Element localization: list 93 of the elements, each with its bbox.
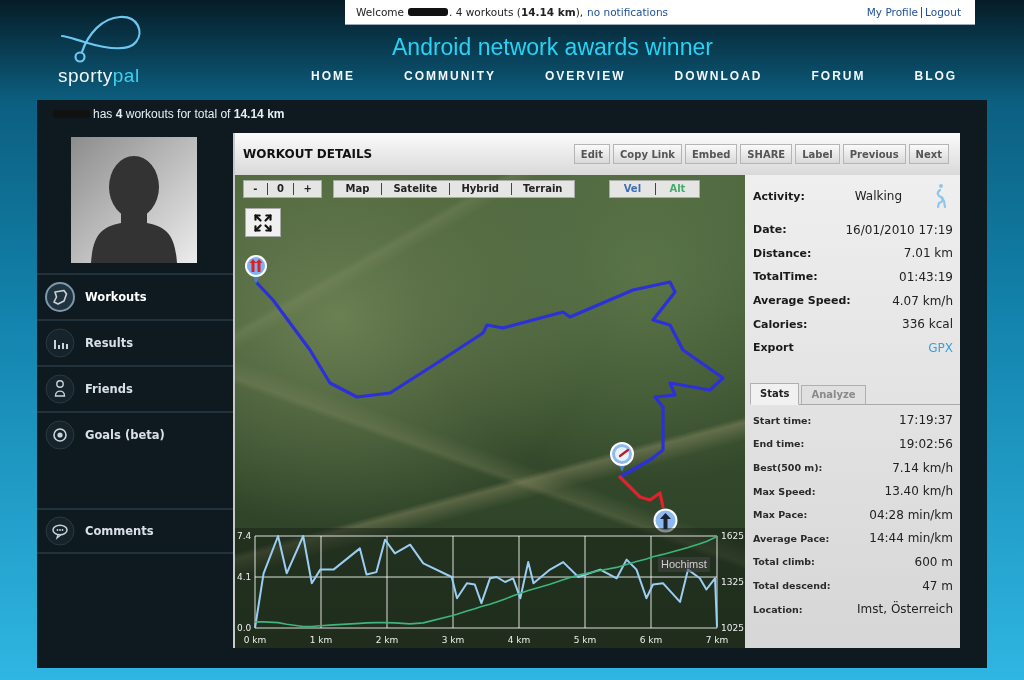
sidebar-menu-item[interactable]: Friends: [37, 365, 233, 411]
field-label: Activity:: [753, 189, 805, 203]
notifications-link[interactable]: no notifications: [587, 6, 669, 18]
stat-value: 13.40 km/h: [884, 484, 953, 499]
stat-label: Start time:: [753, 414, 812, 426]
field-value: 16/01/2010 17:19: [845, 222, 953, 237]
axis-label: 7 km: [705, 635, 729, 645]
gauge-pin-icon: [609, 442, 635, 473]
map-type-button[interactable]: Satelite: [380, 183, 449, 195]
axis-label: 4 km: [507, 635, 531, 645]
nav-link[interactable]: HOME: [311, 69, 355, 83]
nav-link[interactable]: OVERVIEW: [545, 69, 626, 83]
stat-label: Location:: [753, 603, 803, 615]
stat-label: Max Pace:: [753, 509, 808, 521]
field-label: TotalTime:: [753, 270, 818, 284]
map-type-button[interactable]: Map: [334, 183, 381, 195]
field-value: 01:43:19: [899, 270, 953, 284]
sidebar-menu-item[interactable]: Workouts: [37, 273, 233, 319]
axis-label: 5 km: [573, 635, 597, 645]
nav-link[interactable]: BLOG: [914, 69, 958, 83]
map-type-button[interactable]: Terrain: [510, 183, 574, 195]
nav-link[interactable]: FORUM: [811, 69, 866, 83]
axis-label: 1025: [721, 623, 744, 633]
logo-wordmark[interactable]: sportypal: [58, 66, 140, 86]
route-loop-icon: [45, 282, 75, 312]
axis-label: 1325: [721, 577, 744, 587]
axis-label: 1625: [721, 531, 744, 541]
bar-chart-icon: [45, 328, 75, 358]
field-label: Date:: [753, 223, 787, 237]
stat-value: 14:44 min/km: [869, 531, 953, 546]
stat-label: Max Speed:: [753, 485, 816, 497]
toolbar-button[interactable]: SHARE: [740, 144, 793, 164]
account-link[interactable]: Logout: [921, 6, 961, 18]
field-label: Calories:: [753, 317, 808, 331]
field-label: Distance:: [753, 246, 812, 260]
stat-value: 7.14 km/h: [892, 460, 953, 475]
axis-label: 1 km: [309, 635, 333, 645]
toolbar-button[interactable]: Previous: [842, 144, 906, 164]
target-icon: [45, 420, 75, 450]
stat-value: Imst, Österreich: [857, 602, 953, 617]
axis-label: 2 km: [375, 635, 399, 645]
workout-summary-text: . 4 workouts (14.14 km),: [449, 6, 584, 18]
toolbar-button[interactable]: Next: [908, 144, 949, 164]
nav-link[interactable]: COMMUNITY: [404, 69, 496, 83]
toolbar-button[interactable]: Copy Link: [613, 144, 682, 164]
arrow-pin-icon: [653, 508, 678, 533]
field-value: 4.07 km/h: [892, 293, 953, 308]
expand-icon: [253, 212, 273, 233]
axis-label: 0 km: [243, 635, 267, 645]
person-icon: [45, 374, 75, 404]
stat-label: Total climb:: [753, 556, 815, 568]
stat-value: 04:28 min/km: [869, 507, 953, 522]
map-type-button[interactable]: Hybrid: [448, 183, 511, 195]
stat-label: Average Pace:: [753, 532, 830, 544]
field-label: Export: [753, 341, 794, 355]
redaction-mark: [408, 8, 449, 16]
field-label: Average Speed:: [753, 294, 851, 308]
welcome-text: Welcome: [356, 6, 405, 18]
account-link[interactable]: My Profile: [866, 6, 919, 18]
stat-value: 47 m: [922, 578, 953, 593]
stat-value: 600 m: [914, 554, 953, 569]
stat-value: 19:02:56: [899, 436, 953, 451]
fullscreen-button[interactable]: [245, 208, 281, 237]
zoom-button[interactable]: +: [293, 183, 321, 195]
sidebar-menu-item[interactable]: Comments: [37, 508, 233, 554]
panel-title: WORKOUT DETAILS: [243, 147, 373, 161]
speech-bubble-icon: [45, 516, 75, 546]
start-pin-icon: [244, 255, 268, 285]
tab[interactable]: Stats: [750, 382, 800, 405]
field-value: 336 kcal: [902, 317, 953, 332]
user-summary-text: has 4 workouts for total of 14.14 km: [93, 107, 285, 121]
toolbar-button[interactable]: Edit: [573, 144, 611, 164]
axis-label: 3 km: [441, 635, 465, 645]
stat-label: Total descend:: [753, 580, 831, 591]
layer-toggle[interactable]: Vel: [610, 183, 655, 195]
stat-value: 17:19:37: [899, 413, 953, 428]
place-label: Hochimst: [658, 557, 710, 572]
toolbar-button[interactable]: Label: [795, 144, 840, 164]
banner-title: Android network awards winner: [392, 34, 713, 60]
axis-label: 0.0: [237, 623, 252, 633]
axis-label: 7.4: [237, 531, 252, 541]
zoom-button[interactable]: -: [244, 183, 267, 195]
stat-label: End time:: [753, 438, 805, 450]
sidebar-menu-item[interactable]: Goals (beta): [37, 411, 233, 457]
sidebar-menu-item[interactable]: Results: [37, 319, 233, 365]
axis-label: 4.1: [237, 572, 252, 583]
toolbar-button[interactable]: Embed: [684, 144, 738, 164]
nav-link[interactable]: DOWNLOAD: [674, 69, 763, 83]
zoom-button[interactable]: 0: [266, 183, 294, 195]
stat-label: Best(500 m):: [753, 462, 823, 474]
field-value: 7.01 km: [903, 246, 953, 261]
field-value: Walking: [854, 189, 902, 203]
axis-label: 6 km: [639, 635, 663, 645]
